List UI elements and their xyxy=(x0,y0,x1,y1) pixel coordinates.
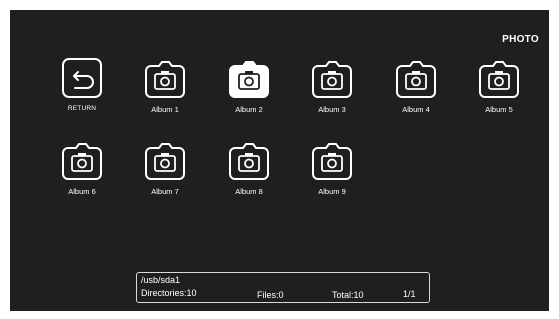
camera-folder-icon xyxy=(229,61,269,98)
album-label: Album 2 xyxy=(235,105,263,114)
camera-folder-icon xyxy=(229,143,269,180)
album-label: Album 7 xyxy=(151,187,179,196)
camera-folder-icon xyxy=(145,61,185,98)
album-label: Album 1 xyxy=(151,105,179,114)
status-bar: /usb/sda1 Directories:10 Files:0 Total:1… xyxy=(136,272,430,303)
camera-folder-icon xyxy=(479,61,519,98)
camera-folder-icon xyxy=(62,143,102,180)
album-label: Album 6 xyxy=(68,187,96,196)
total-count: Total:10 xyxy=(332,290,364,300)
album-label: Album 3 xyxy=(318,105,346,114)
page-indicator: 1/1 xyxy=(403,289,416,299)
directories-count: Directories:10 xyxy=(141,288,197,298)
return-arrow-icon xyxy=(62,58,102,98)
page-title: PHOTO xyxy=(502,34,539,45)
album-label: Album 4 xyxy=(402,105,430,114)
camera-folder-icon xyxy=(396,61,436,98)
album-label: Album 9 xyxy=(318,187,346,196)
return-label: RETURN xyxy=(67,105,97,112)
camera-folder-icon xyxy=(145,143,185,180)
album-label: Album 8 xyxy=(235,187,263,196)
camera-folder-icon xyxy=(312,61,352,98)
files-count: Files:0 xyxy=(257,290,284,300)
current-path: /usb/sda1 xyxy=(141,275,181,285)
camera-folder-icon xyxy=(312,143,352,180)
album-label: Album 5 xyxy=(485,105,513,114)
photo-browser-screen: PHOTO RETURN Album 1 Album 2 Album 3 Alb… xyxy=(10,10,549,311)
